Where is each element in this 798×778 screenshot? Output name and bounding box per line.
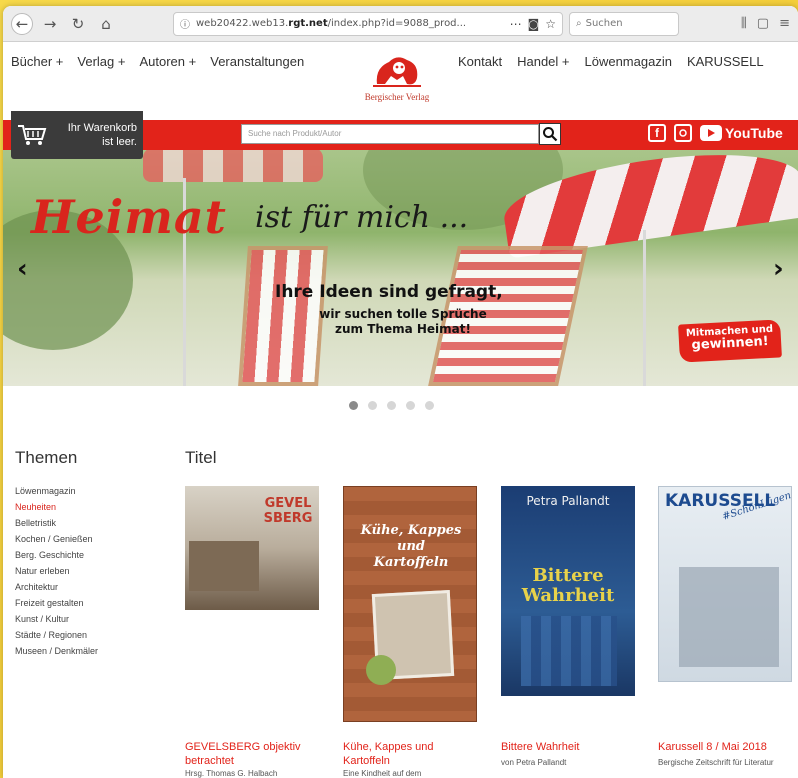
hero-subline-2: zum Thema Heimat! xyxy=(335,322,471,336)
cover-street-photo xyxy=(189,541,259,591)
slider-dot-2[interactable] xyxy=(368,401,377,410)
lion-logo-icon xyxy=(373,57,421,87)
book-sub-2: Eine Kindheit auf dem xyxy=(343,769,422,778)
cart-status: ist leer. xyxy=(102,136,137,148)
browser-toolbar: ← → ↻ ⌂ ⓘ web20422.web13.rgt.net/index.p… xyxy=(3,6,798,42)
product-search-button[interactable] xyxy=(539,123,561,145)
cart-label: Ihr Warenkorb xyxy=(67,122,137,134)
hero-subline: wir suchen tolle Sprüche zum Thema Heima… xyxy=(303,307,503,337)
cover-author: Petra Pallandt xyxy=(526,494,610,508)
pocket-icon[interactable]: ◙ xyxy=(528,17,540,31)
shopping-cart-icon xyxy=(18,125,47,145)
slider-prev-icon[interactable]: ‹ xyxy=(17,254,28,284)
forward-icon[interactable]: → xyxy=(39,13,61,35)
book-title-2[interactable]: Kühe, Kappes und Kartoffeln xyxy=(343,740,483,768)
url-text: web20422.web13.rgt.net/index.php?id=9088… xyxy=(196,18,467,29)
sidebar-item-natur[interactable]: Natur erleben xyxy=(15,566,105,577)
facebook-icon[interactable]: f xyxy=(648,124,666,142)
search-icon xyxy=(543,127,558,142)
slider-dot-3[interactable] xyxy=(387,401,396,410)
hero-slider[interactable]: Heimat ist für mich ... Ihre Ideen sind … xyxy=(3,150,798,386)
site-logo[interactable]: Bergischer Verlag xyxy=(358,50,436,108)
nav-item-autoren[interactable]: Autoren + xyxy=(139,54,196,69)
sidebar-item-neuheiten[interactable]: Neuheiten xyxy=(15,502,105,513)
sidebar-item-staedte[interactable]: Städte / Regionen xyxy=(15,630,105,641)
titel-heading: Titel xyxy=(185,448,217,467)
browser-search-field[interactable]: ⌕ Suchen xyxy=(569,11,679,36)
slider-next-icon[interactable]: › xyxy=(773,254,784,284)
cover-people-photo xyxy=(679,567,779,667)
book-cover-bittere-wahrheit[interactable]: Petra Pallandt Bittere Wahrheit xyxy=(501,486,635,696)
book-title-1[interactable]: GEVELSBERG objektiv betrachtet xyxy=(185,740,325,768)
mitmachen-badge[interactable]: Mitmachen und gewinnen! xyxy=(678,319,782,363)
library-icon[interactable]: ⫼ xyxy=(741,16,747,31)
book-sub-4: Bergische Zeitschrift für Literatur xyxy=(658,758,774,767)
book-cover-kuehe[interactable]: Kühe, Kappes und Kartoffeln xyxy=(343,486,477,722)
main-nav-left: Bücher + Verlag + Autoren + Veranstaltun… xyxy=(11,54,304,69)
sidebar-item-kunst[interactable]: Kunst / Kultur xyxy=(15,614,105,625)
slider-dot-4[interactable] xyxy=(406,401,415,410)
cover-title: Kühe, Kappes und Kartoffeln xyxy=(360,523,462,570)
book-cover-karussell[interactable]: KARUSSELL #SchönLügen xyxy=(658,486,792,682)
cart-button[interactable]: Ihr Warenkorb ist leer. xyxy=(11,111,143,159)
nav-item-karussell[interactable]: KARUSSELL xyxy=(687,54,764,69)
badge-line2: gewinnen! xyxy=(691,333,770,354)
youtube-icon xyxy=(700,125,722,141)
themen-sidebar: Löwenmagazin Neuheiten Belletristik Koch… xyxy=(15,486,105,662)
sidebar-item-loewenmagazin[interactable]: Löwenmagazin xyxy=(15,486,105,497)
browser-window: ← → ↻ ⌂ ⓘ web20422.web13.rgt.net/index.p… xyxy=(3,6,798,778)
youtube-label: YouTube xyxy=(725,125,783,141)
nav-item-kontakt[interactable]: Kontakt xyxy=(458,54,502,69)
info-icon[interactable]: ⓘ xyxy=(180,16,190,31)
nav-item-verlag[interactable]: Verlag + xyxy=(77,54,125,69)
hero-umbrella-left xyxy=(143,150,323,182)
sidebar-item-museen[interactable]: Museen / Denkmäler xyxy=(15,646,105,657)
book-sub-3: von Petra Pallandt xyxy=(501,758,567,767)
sidebar-item-architektur[interactable]: Architektur xyxy=(15,582,105,593)
product-search-input[interactable]: Suche nach Produkt/Autor xyxy=(241,124,539,144)
cover-window xyxy=(521,616,617,686)
nav-item-handel[interactable]: Handel + xyxy=(517,54,569,69)
main-nav-right: Kontakt Handel + Löwenmagazin KARUSSELL xyxy=(458,54,764,69)
book-sub-1: Hrsg. Thomas G. Halbach xyxy=(185,769,278,778)
nav-item-veranstaltungen[interactable]: Veranstaltungen xyxy=(210,54,304,69)
sidebar-item-kochen[interactable]: Kochen / Genießen xyxy=(15,534,105,545)
cover-title: GEVELSBERG xyxy=(263,496,313,526)
hero-title-rest: ist für mich ... xyxy=(255,200,469,235)
nav-item-loewenmagazin[interactable]: Löwenmagazin xyxy=(585,54,672,69)
slider-dots xyxy=(349,401,434,410)
page-actions-icon[interactable]: ⋯ xyxy=(510,17,522,31)
social-links: f YouTube xyxy=(648,124,783,142)
sidebar-item-belletristik[interactable]: Belletristik xyxy=(15,518,105,529)
hero-headline: Ihre Ideen sind gefragt, xyxy=(275,282,503,302)
hero-subline-1: wir suchen tolle Sprüche xyxy=(319,307,487,321)
browser-search-placeholder: Suchen xyxy=(585,18,623,29)
book-cover-gevelsberg[interactable]: GEVELSBERG xyxy=(185,486,319,610)
cover-title: KARUSSELL xyxy=(665,491,776,511)
slider-dot-1[interactable] xyxy=(349,401,358,410)
book-title-4[interactable]: Karussell 8 / Mai 2018 xyxy=(658,740,798,754)
cover-flower xyxy=(366,655,396,685)
sidebar-item-freizeit[interactable]: Freizeit gestalten xyxy=(15,598,105,609)
back-icon[interactable]: ← xyxy=(11,12,33,35)
logo-label: Bergischer Verlag xyxy=(364,92,430,102)
address-bar[interactable]: ⓘ web20422.web13.rgt.net/index.php?id=90… xyxy=(173,11,563,36)
slider-dot-5[interactable] xyxy=(425,401,434,410)
themen-heading: Themen xyxy=(15,448,78,467)
book-title-3[interactable]: Bittere Wahrheit xyxy=(501,740,641,754)
home-icon[interactable]: ⌂ xyxy=(95,13,117,35)
cover-title: Bittere Wahrheit xyxy=(521,565,615,606)
youtube-link[interactable]: YouTube xyxy=(700,125,783,141)
hero-pole-right xyxy=(643,230,646,386)
menu-icon[interactable]: ≡ xyxy=(779,16,790,31)
sidebar-icon[interactable]: ▢ xyxy=(757,16,769,31)
bookmark-star-icon[interactable]: ☆ xyxy=(545,17,556,31)
instagram-icon[interactable] xyxy=(674,124,692,142)
hero-title-heimat: Heimat xyxy=(31,190,227,244)
nav-item-buecher[interactable]: Bücher + xyxy=(11,54,63,69)
search-icon: ⌕ xyxy=(576,18,582,29)
sidebar-item-geschichte[interactable]: Berg. Geschichte xyxy=(15,550,105,561)
reload-icon[interactable]: ↻ xyxy=(67,13,89,35)
